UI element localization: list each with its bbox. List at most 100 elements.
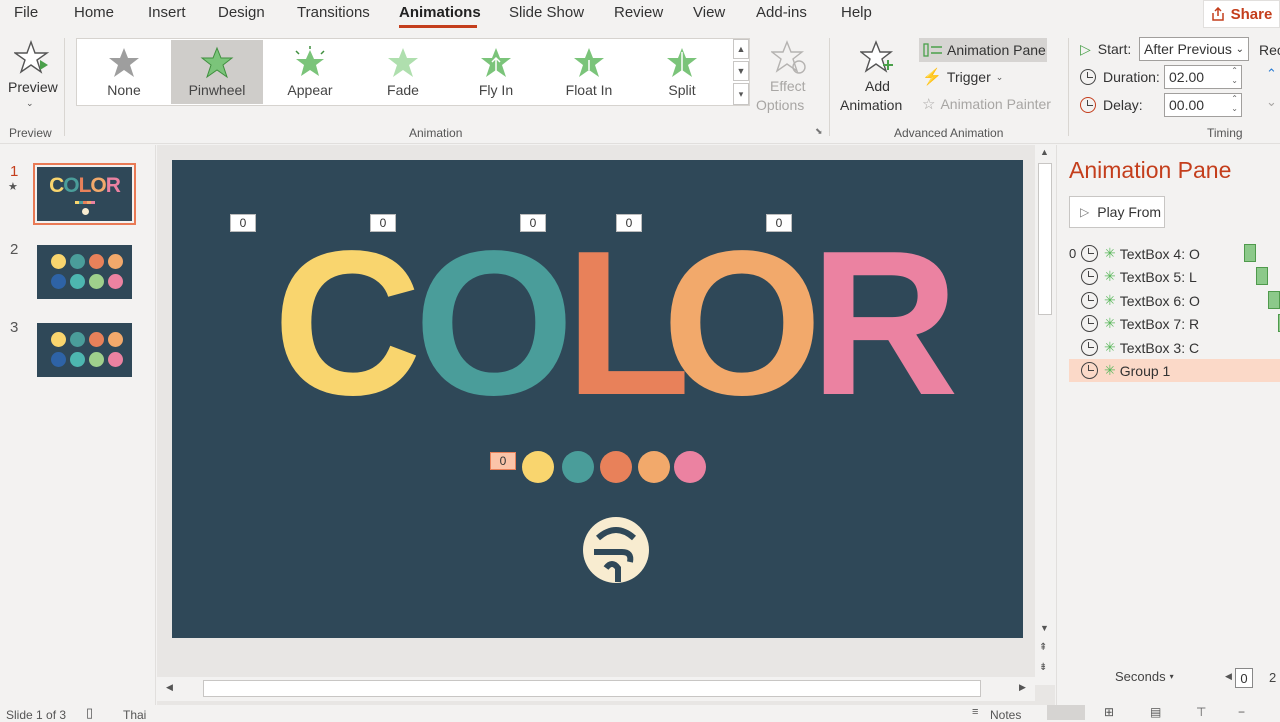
gallery-float-in[interactable]: Float In: [543, 40, 635, 104]
pinwheel-effect-icon: ✳: [1104, 292, 1116, 308]
spell-check-icon[interactable]: ▯: [86, 705, 93, 721]
effect-options-icon: [771, 40, 806, 74]
animation-painter-button[interactable]: ☆ Animation Painter: [922, 95, 1051, 113]
notes-icon: ≡: [972, 706, 979, 718]
add-animation-button[interactable]: Add Animation: [838, 38, 916, 118]
move-later-icon[interactable]: ⌄: [1266, 94, 1277, 110]
animation-item[interactable]: ✳ TextBox 5: L: [1069, 265, 1280, 288]
normal-view-button[interactable]: [1047, 705, 1085, 720]
letter-c[interactable]: C: [273, 220, 422, 426]
scroll-right-icon[interactable]: ▶: [1019, 682, 1026, 693]
letter-o[interactable]: O: [414, 220, 574, 426]
next-slide-icon[interactable]: ⇟: [1039, 662, 1047, 673]
logo-icon[interactable]: [582, 516, 650, 584]
menu-add-ins[interactable]: Add-ins: [756, 4, 807, 21]
animation-item[interactable]: ✳ TextBox 3: C: [1069, 336, 1280, 359]
menu-home[interactable]: Home: [74, 4, 114, 21]
reading-view-icon[interactable]: ▤: [1150, 705, 1161, 719]
after-previous-clock-icon: [1081, 315, 1098, 332]
gallery-split[interactable]: Split: [636, 40, 728, 104]
color-dot[interactable]: [562, 451, 594, 483]
color-dot[interactable]: [522, 451, 554, 483]
preview-button[interactable]: Preview ⌄: [6, 36, 58, 116]
start-select[interactable]: After Previous ⌄: [1139, 37, 1249, 61]
timeline-left-icon[interactable]: ◀: [1225, 671, 1232, 682]
letter-o-2[interactable]: O: [662, 220, 822, 426]
color-dot[interactable]: [638, 451, 670, 483]
animation-star-icon: ★: [8, 181, 18, 193]
share-button[interactable]: Share: [1203, 0, 1280, 28]
after-previous-clock-icon: [1081, 362, 1098, 379]
duration-input[interactable]: 02.00 ⌃ ⌄: [1164, 65, 1242, 89]
color-dot[interactable]: [674, 451, 706, 483]
gallery-scroll-down[interactable]: ▼: [733, 61, 749, 81]
menu-help[interactable]: Help: [841, 4, 872, 21]
thumb-number-1: 1: [10, 163, 19, 180]
gallery-none[interactable]: None: [78, 40, 170, 104]
menu-view[interactable]: View: [693, 4, 725, 21]
slide-sorter-icon[interactable]: ⊞: [1104, 705, 1114, 719]
move-earlier-icon[interactable]: ⌃: [1266, 66, 1277, 82]
scroll-thumb[interactable]: [1038, 163, 1052, 315]
previous-slide-icon[interactable]: ⇞: [1039, 642, 1047, 653]
effect-options-button[interactable]: Effect Options: [756, 38, 818, 118]
reorder-label: Rec: [1259, 42, 1280, 58]
slide-canvas[interactable]: 0 0 0 0 0 C O L O R 0: [172, 160, 1023, 638]
animation-item[interactable]: ✳ TextBox 6: O: [1069, 289, 1280, 312]
scroll-up-icon[interactable]: ▲: [1040, 147, 1049, 157]
letter-r[interactable]: R: [810, 220, 959, 426]
gallery-expand[interactable]: ▾: [733, 83, 749, 105]
group-divider: [64, 38, 65, 136]
animation-item-selected[interactable]: ✳ Group 1: [1069, 359, 1280, 382]
seconds-dropdown[interactable]: Seconds ▾: [1115, 669, 1174, 684]
vertical-scrollbar[interactable]: ▲ ▼ ⇞ ⇟: [1035, 145, 1055, 685]
play-icon: ▷: [1080, 205, 1090, 219]
preview-label: Preview: [8, 79, 58, 95]
animation-pane-button[interactable]: Animation Pane: [919, 38, 1047, 62]
menu-file[interactable]: File: [14, 4, 38, 21]
fly-in-star-icon: [481, 48, 511, 77]
thumb-title: COLOR: [49, 174, 121, 197]
after-previous-clock-icon: [1081, 339, 1098, 356]
slide-thumbnail-2[interactable]: [37, 245, 132, 299]
trigger-button[interactable]: ⚡ Trigger ⌄: [922, 67, 1003, 87]
slide-thumbnail-3[interactable]: [37, 323, 132, 377]
menu-insert[interactable]: Insert: [148, 4, 186, 21]
timeline-bar[interactable]: [1268, 291, 1280, 309]
scroll-down-icon[interactable]: ▼: [1040, 623, 1049, 633]
spin-down-icon[interactable]: ⌄: [1231, 76, 1238, 85]
gallery-pinwheel[interactable]: Pinwheel: [171, 40, 263, 104]
horizontal-scrollbar[interactable]: ◀ ▶: [157, 677, 1035, 701]
animation-tag[interactable]: 0: [230, 214, 256, 232]
gallery-scroll-up[interactable]: ▲: [733, 39, 749, 59]
menu-design[interactable]: Design: [218, 4, 265, 21]
timeline-bar[interactable]: [1256, 267, 1268, 285]
slide-thumbnail-1[interactable]: COLOR: [33, 163, 136, 225]
menu-bar: File Home Insert Design Transitions Anim…: [0, 0, 1280, 28]
zoom-out-icon[interactable]: −: [1238, 705, 1245, 719]
spin-down-icon[interactable]: ⌄: [1231, 104, 1238, 113]
gallery-fade[interactable]: Fade: [357, 40, 449, 104]
group-divider: [829, 38, 830, 136]
chevron-down-icon: ▾: [1169, 672, 1174, 681]
gallery-appear[interactable]: Appear: [264, 40, 356, 104]
dots-animation-tag[interactable]: 0: [490, 452, 516, 470]
menu-animations[interactable]: Animations: [399, 4, 481, 21]
timeline-bar[interactable]: [1244, 244, 1256, 262]
play-from-button[interactable]: ▷ Play From: [1069, 196, 1165, 228]
spin-up-icon[interactable]: ⌃: [1231, 94, 1238, 103]
dialog-launcher-icon[interactable]: ⬊: [815, 126, 823, 137]
spin-up-icon[interactable]: ⌃: [1231, 66, 1238, 75]
color-dot[interactable]: [600, 451, 632, 483]
scroll-left-icon[interactable]: ◀: [166, 682, 173, 693]
menu-transitions[interactable]: Transitions: [297, 4, 370, 21]
timeline-mark: 2: [1269, 670, 1277, 685]
menu-slide-show[interactable]: Slide Show: [509, 4, 584, 21]
menu-review[interactable]: Review: [614, 4, 663, 21]
scroll-thumb[interactable]: [203, 680, 981, 697]
delay-input[interactable]: 00.00 ⌃ ⌄: [1164, 93, 1242, 117]
delay-row: Delay:: [1080, 93, 1143, 117]
animation-item[interactable]: ✳ TextBox 7: R: [1069, 312, 1280, 335]
gallery-fly-in[interactable]: Fly In: [450, 40, 542, 104]
slide-show-icon[interactable]: ⊤: [1196, 705, 1206, 719]
